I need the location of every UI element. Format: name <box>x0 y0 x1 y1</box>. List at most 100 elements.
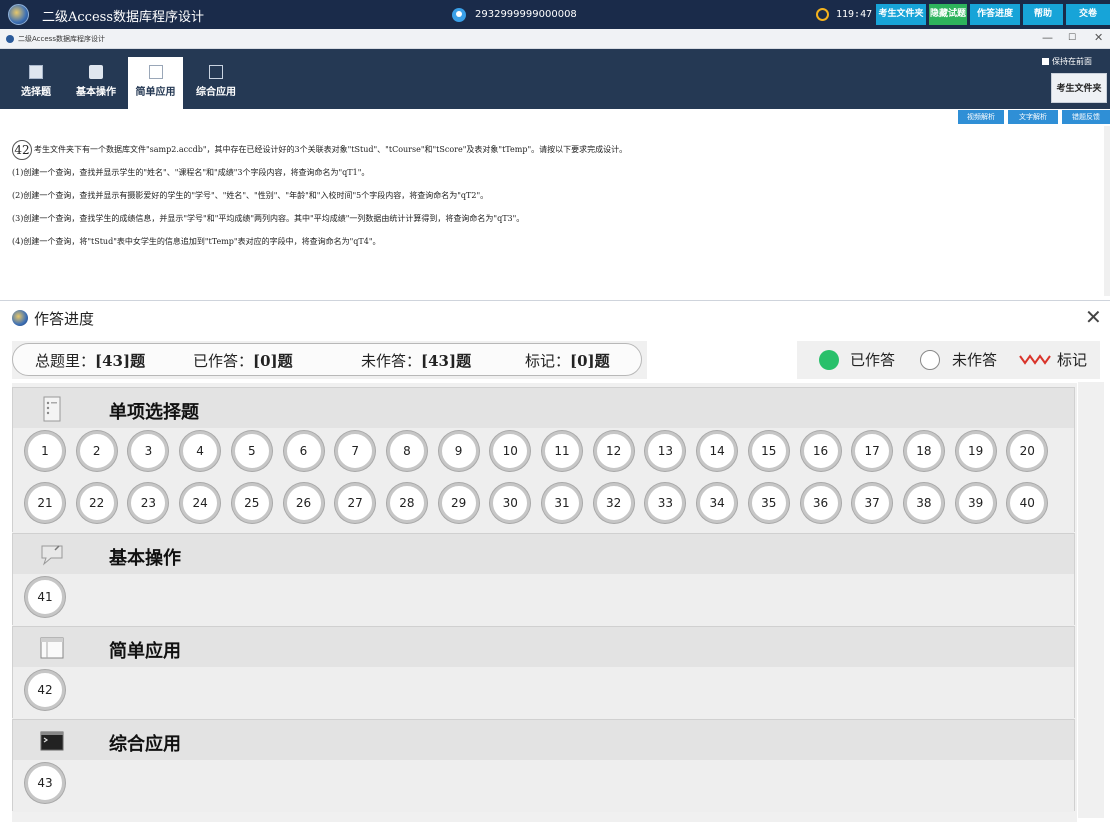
question-circle-40[interactable]: 40 <box>1007 483 1048 523</box>
error-feedback-button[interactable]: 错题反馈 <box>1062 110 1110 124</box>
window-title: 二级Access数据库程序设计 <box>18 35 105 43</box>
question-circle-23[interactable]: 23 <box>128 483 169 523</box>
question-circle-11[interactable]: 11 <box>542 431 582 471</box>
question-circle-24[interactable]: 24 <box>180 483 221 523</box>
question-circle-28[interactable]: 28 <box>386 483 427 523</box>
hide-question-button[interactable]: 隐藏试题 <box>929 4 967 25</box>
section-basic-operation: 基本操作 41 <box>12 533 1075 626</box>
question-circle-5[interactable]: 5 <box>231 431 272 471</box>
user-id: 2932999999000008 <box>475 9 577 20</box>
question-circle-29[interactable]: 29 <box>438 483 479 523</box>
app-title: 二级Access数据库程序设计 <box>42 10 204 25</box>
answered-value: [0]题 <box>253 352 293 370</box>
question-circle-27[interactable]: 27 <box>335 483 376 523</box>
question-circle-6[interactable]: 6 <box>283 431 324 471</box>
question-circle-18[interactable]: 18 <box>903 431 944 471</box>
keep-front-checkbox[interactable]: 保持在前面 <box>1042 56 1092 67</box>
section-single-choice: 单项选择题 1 2 3 4 5 6 7 8 9 10 11 12 13 14 15 16 17 18 19 20 21 2… <box>12 387 1075 533</box>
legend-marked: 标记 <box>1057 351 1088 369</box>
question-circle-39[interactable]: 39 <box>955 483 996 523</box>
section-header: 基本操作 <box>13 534 1074 574</box>
question-circle-20[interactable]: 20 <box>1007 431 1048 471</box>
window-titlebar: 二级Access数据库程序设计 — ☐ ✕ <box>0 29 1110 49</box>
window-close-button[interactable]: ✕ <box>1094 31 1103 44</box>
question-circle-4[interactable]: 4 <box>180 431 221 471</box>
tab-label: 综合应用 <box>196 87 236 98</box>
unanswered-label: 未作答： <box>361 352 422 370</box>
text-analysis-button[interactable]: 文字解析 <box>1008 110 1058 124</box>
tab-comprehensive-application[interactable]: 综合应用 <box>188 57 244 109</box>
question-circle-43[interactable]: 43 <box>25 763 65 803</box>
question-circle-30[interactable]: 30 <box>490 483 531 523</box>
question-circle-2[interactable]: 2 <box>76 431 117 471</box>
question-circle-15[interactable]: 15 <box>748 431 789 471</box>
question-circle-38[interactable]: 38 <box>903 483 944 523</box>
marked-value: [0]题 <box>570 352 610 370</box>
question-circle-13[interactable]: 13 <box>645 431 686 471</box>
question-circle-16[interactable]: 16 <box>800 431 841 471</box>
submit-button[interactable]: 交卷 <box>1066 4 1110 25</box>
question-intro-line: 42 考生文件夹下有一个数据库文件"samp2.accdb"，其中存在已经设计好的… <box>12 138 1092 161</box>
question-circle-35[interactable]: 35 <box>748 483 789 523</box>
question-circle-17[interactable]: 17 <box>852 431 893 471</box>
question-intro: 考生文件夹下有一个数据库文件"samp2.accdb"，其中存在已经设计好的3个… <box>34 145 628 154</box>
question-circle-34[interactable]: 34 <box>697 483 738 523</box>
question-circle-9[interactable]: 9 <box>438 431 479 471</box>
question-circle-31[interactable]: 31 <box>542 483 582 523</box>
exam-logo-icon <box>12 310 28 326</box>
terminal-icon <box>209 65 223 79</box>
tab-choice[interactable]: 选择题 <box>10 57 62 109</box>
question-circle-8[interactable]: 8 <box>386 431 427 471</box>
unanswered-dot-icon <box>920 350 940 370</box>
question-circle-37[interactable]: 37 <box>852 483 893 523</box>
question-circle-22[interactable]: 22 <box>76 483 117 523</box>
section-header: 单项选择题 <box>13 388 1074 428</box>
question-circle-3[interactable]: 3 <box>128 431 169 471</box>
video-analysis-button[interactable]: 视频解析 <box>958 110 1004 124</box>
question-circle-1[interactable]: 1 <box>25 431 65 471</box>
keep-front-label: 保持在前面 <box>1052 57 1092 66</box>
question-item-3: (3)创建一个查询，查找学生的成绩信息，并显示"学号"和"平均成绩"两列内容。其… <box>12 214 525 223</box>
analysis-button-row: 视频解析 文字解析 错题反馈 <box>0 109 1110 126</box>
section-comprehensive-application: 综合应用 43 <box>12 719 1075 812</box>
question-circle-41[interactable]: 41 <box>25 577 65 617</box>
timer-icon <box>816 8 829 21</box>
help-button[interactable]: 帮助 <box>1023 4 1063 25</box>
question-circle-42[interactable]: 42 <box>25 670 65 710</box>
total-count: 总题里：[43]题 <box>35 350 145 371</box>
question-circle-21[interactable]: 21 <box>25 483 65 523</box>
user-icon <box>452 8 466 22</box>
minimize-button[interactable]: — <box>1042 31 1053 44</box>
progress-scrollbar[interactable] <box>1078 382 1104 818</box>
student-folder-button[interactable]: 考生文件夹 <box>876 4 926 25</box>
progress-close-button[interactable]: ✕ <box>1085 305 1102 329</box>
answered-dot-icon <box>819 350 839 370</box>
question-scrollbar[interactable] <box>1104 126 1110 296</box>
question-circle-33[interactable]: 33 <box>645 483 686 523</box>
question-circle-10[interactable]: 10 <box>490 431 531 471</box>
section-header: 简单应用 <box>13 627 1074 667</box>
tab-simple-application[interactable]: 简单应用 <box>128 57 183 109</box>
tab-basic-operation[interactable]: 基本操作 <box>68 57 124 109</box>
question-circle-7[interactable]: 7 <box>335 431 376 471</box>
question-circle-14[interactable]: 14 <box>697 431 738 471</box>
question-circle-19[interactable]: 19 <box>955 431 996 471</box>
progress-summary: 总题里：[43]题 已作答：[0]题 未作答：[43]题 标记：[0]题 <box>12 343 642 376</box>
section-title: 综合应用 <box>109 734 181 755</box>
question-circle-36[interactable]: 36 <box>800 483 841 523</box>
tab-label: 简单应用 <box>135 87 176 98</box>
section-simple-application: 简单应用 42 <box>12 626 1075 719</box>
terminal-icon <box>40 731 64 751</box>
maximize-button[interactable]: ☐ <box>1068 33 1076 43</box>
progress-button[interactable]: 作答进度 <box>970 4 1020 25</box>
question-circle-12[interactable]: 12 <box>593 431 634 471</box>
header-folder-button[interactable]: 考生文件夹 <box>1051 73 1107 103</box>
question-circle-26[interactable]: 26 <box>283 483 324 523</box>
question-circle-32[interactable]: 32 <box>593 483 634 523</box>
progress-title-text: 作答进度 <box>34 310 95 328</box>
question-circle-25[interactable]: 25 <box>231 483 272 523</box>
section-title: 单项选择题 <box>109 402 199 423</box>
question-item-4: (4)创建一个查询，将"tStud"表中女学生的信息追加到"tTemp"表对应的… <box>12 237 381 246</box>
section-title: 基本操作 <box>109 548 181 569</box>
unanswered-count: 未作答：[43]题 <box>361 350 471 371</box>
